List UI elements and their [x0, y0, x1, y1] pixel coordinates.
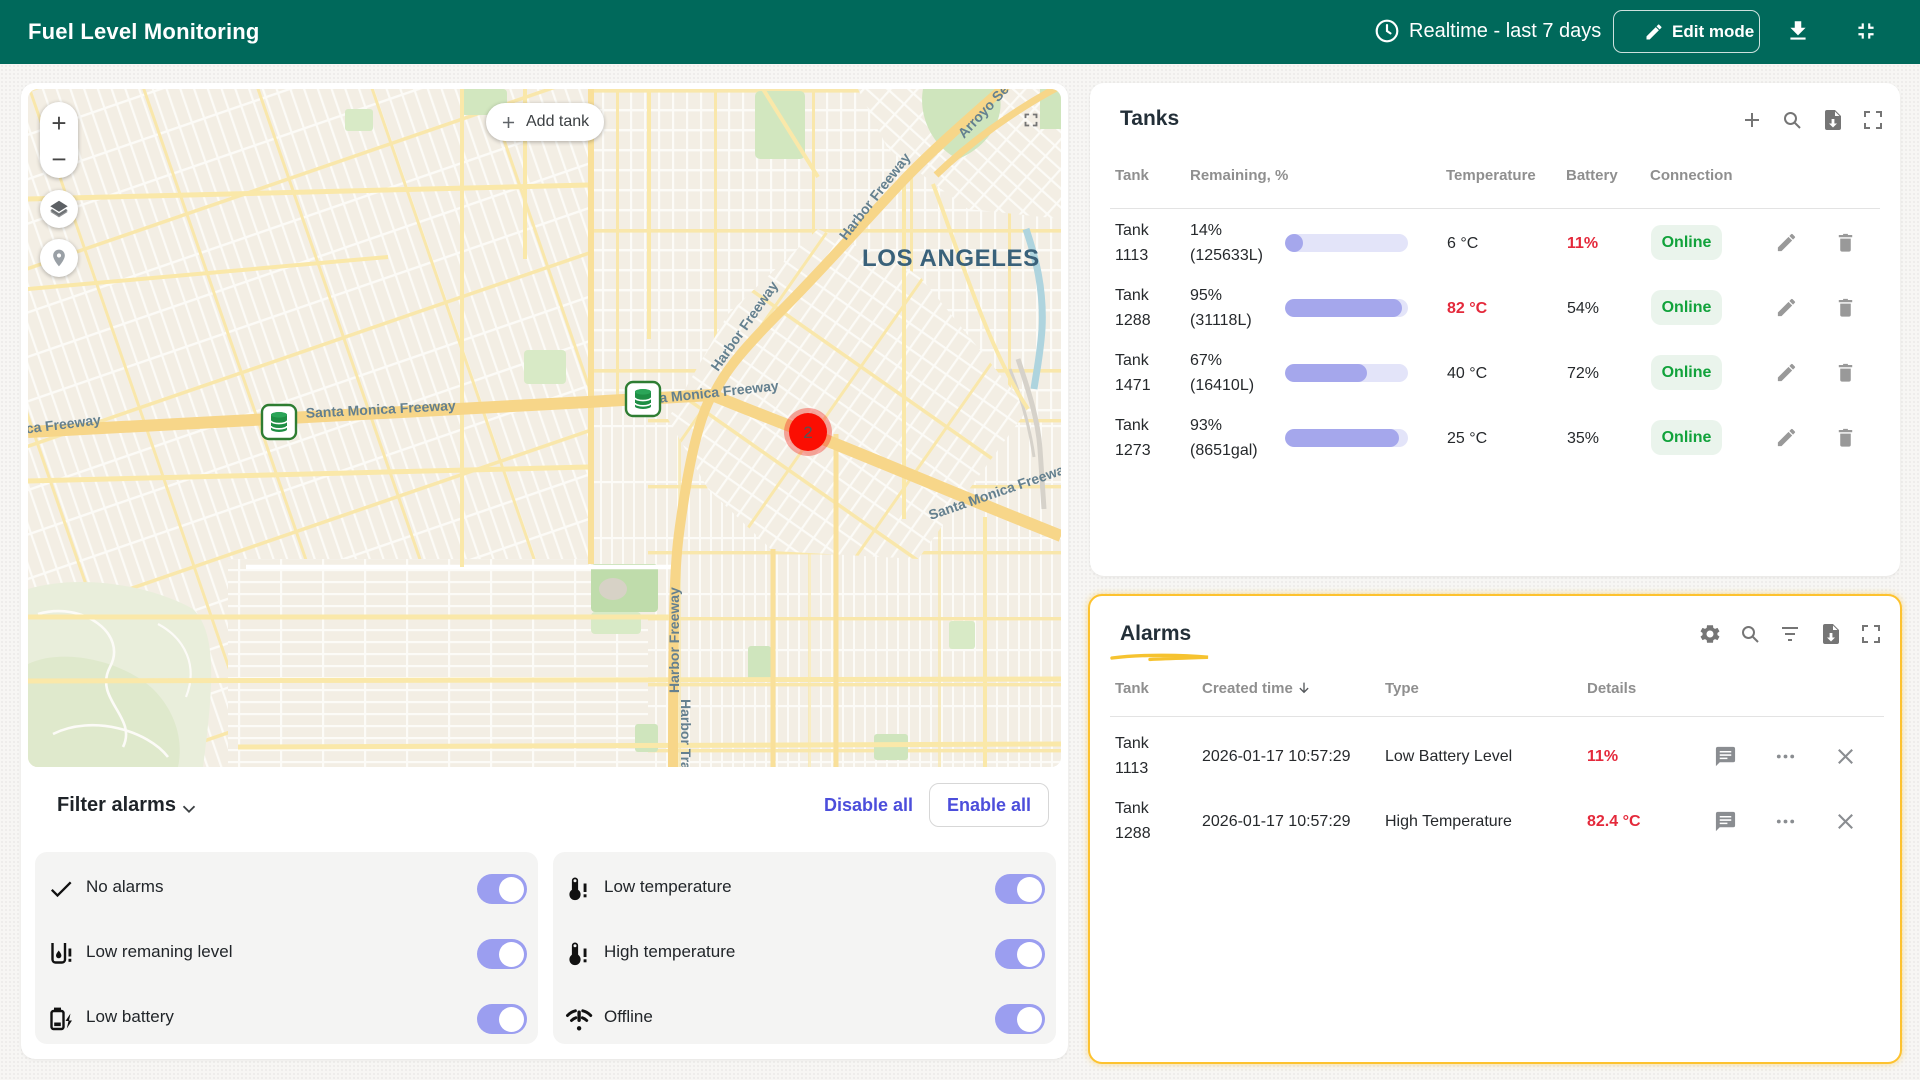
- svg-text:Harbor Freeway: Harbor Freeway: [666, 587, 682, 693]
- svg-text:Harbor Trans: Harbor Trans: [678, 699, 694, 767]
- svg-text:2: 2: [803, 423, 812, 442]
- svg-text:LOS ANGELES: LOS ANGELES: [862, 245, 1040, 272]
